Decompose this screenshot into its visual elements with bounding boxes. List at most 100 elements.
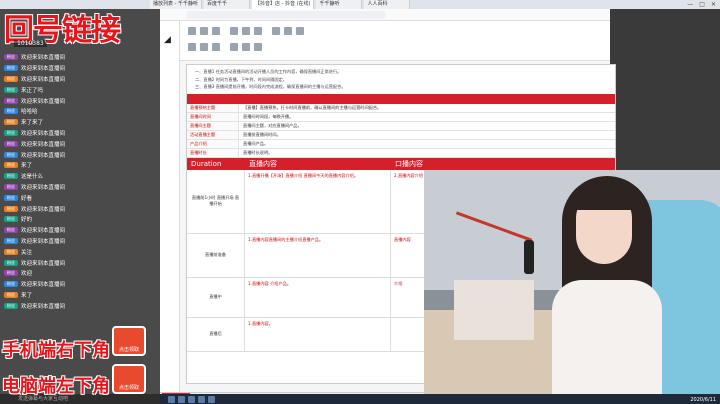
chat-text: 欢迎来到本直播间 [21,303,66,310]
chat-message: 粉丝 来了 [0,160,160,171]
merge-icon[interactable] [230,43,238,51]
chat-text: 欢迎来到本直播间 [21,152,66,159]
info-table: 直播预热主题 【直播】直播预热，打卡时间直播前，确认直播间的主播与运营时间配合。直… [187,103,615,158]
gift-box-icon[interactable]: 点击领取 [112,326,146,356]
undo-icon[interactable] [188,27,196,35]
gift-label: 点击领取 [118,347,139,353]
redo-icon[interactable] [200,27,208,35]
align-right-icon[interactable] [296,27,304,35]
chat-message: 粉丝 欢迎来到本直播间 [0,95,160,106]
fill-color-icon[interactable] [200,43,208,51]
cam-box [454,280,534,340]
fan-badge: 粉丝 [4,54,18,61]
row-key: 直播间主题 [187,121,239,130]
row-key: 活动直播主题 [187,130,239,139]
chat-text: 欢迎来到本直播间 [21,206,66,213]
row-value: 直播间主题，对应直播间产品。 [243,122,302,128]
chat-text: 欢迎来到本直播间 [21,66,66,73]
duration-cell-c1: 直播前1小时 直播开场 直播开始 [187,169,245,233]
filter-icon[interactable] [254,43,262,51]
fan-badge: 粉丝 [4,65,18,72]
chat-text: 欢迎来到本直播间 [21,238,66,245]
fan-badge: 粉丝 [4,162,18,169]
intro-line: 一、直播1 任务活动直播间的活动开播人员的工作内容，确保直播间正常进行。 [195,69,342,74]
gift-box-icon-2[interactable]: 点击领取 [112,364,146,394]
chat-message: 粉丝 欢迎来到本直播间 [0,63,160,74]
italic-icon[interactable] [242,27,250,35]
page-sidebar: ◢ [160,21,180,401]
fan-badge: 粉丝 [4,129,18,136]
font-color-icon[interactable] [188,43,196,51]
minimize-icon[interactable]: — [687,0,693,9]
table-row[interactable]: 活动直播主题 直播前直播间时间。 [187,130,615,140]
close-icon[interactable]: ✕ [711,0,716,9]
fan-badge: 粉丝 [4,108,18,115]
chat-text: 欢迎来到本直播间 [21,141,66,148]
align-center-icon[interactable] [284,27,292,35]
table-row[interactable]: 直播时长 直播时长说明。 [187,148,615,158]
address-bar [160,9,610,21]
row-value: 直播时长说明。 [243,149,273,155]
border-icon[interactable] [212,43,220,51]
browser-tab[interactable]: 千千静听 [316,0,363,9]
table-row[interactable]: 产品介绍 直播间产品。 [187,139,615,149]
bold-icon[interactable] [230,27,238,35]
table-row[interactable]: 直播间主题 直播间主题，对应直播间产品。 [187,121,615,131]
duration-cell-c2: 1.直播内容。 [245,317,391,351]
chat-text: 好的 [21,217,33,224]
fan-badge: 粉丝 [4,270,18,277]
folder-task-icon[interactable] [188,395,195,403]
chat-message: 粉丝 来了来了 [0,117,160,128]
chat-text: 欢迎来到本直播间 [21,76,66,83]
chat-text: 欢迎来到本直播间 [21,98,66,105]
fan-badge: 粉丝 [4,259,18,266]
browser-tab[interactable]: 【抖音】店 - 抖音 (在线) [251,0,315,9]
chat-text: 来了 [21,292,33,299]
chat-message: 粉丝 欢迎来到本直播间 [0,279,160,290]
microphone-icon [524,240,534,274]
fan-badge: 粉丝 [4,183,18,190]
browser-tab[interactable]: 人人百科 [364,0,411,9]
duration-cell-c2: 1.直播内容直播间的主播介绍直播产品。 [245,233,391,277]
browser-tab[interactable]: 百度千千 [203,0,250,9]
fan-badge: 粉丝 [4,97,18,104]
wps-task-icon[interactable] [198,395,205,403]
duration-table-header: Duration 直播内容 口播内容 [187,157,615,170]
section-header [187,93,615,104]
fan-badge: 粉丝 [4,302,18,309]
site-logo: ◢ [164,35,171,45]
chat-text: 欢迎来到本直播间 [21,184,66,191]
table-row[interactable]: 直播预热主题 【直播】直播预热，打卡时间直播前，确认直播间的主播与运营时间配合。 [187,103,615,113]
browser-task-icon[interactable] [178,395,185,403]
chat-message-list[interactable]: 粉丝 欢迎来到本直播间 粉丝 欢迎来到本直播间 粉丝 欢迎来到本直播间 粉丝 来正了吗 粉丝 欢迎… [0,52,160,314]
wrap-icon[interactable] [242,43,250,51]
chat-message: 粉丝 欢迎来到本直播间 [0,236,160,247]
print-icon[interactable] [212,27,220,35]
url-field[interactable] [186,11,386,19]
chat-message: 粉丝 欢迎来到本直播间 [0,203,160,214]
maximize-icon[interactable]: □ [699,0,705,9]
header-duration: Duration [191,159,222,168]
chat-text: 欢迎来到本直播间 [21,228,66,235]
underline-icon[interactable] [254,27,262,35]
table-row[interactable]: 直播间时间 直播间时间段，每晚开播。 [187,112,615,122]
row-value: 【直播】直播预热，打卡时间直播前，确认直播间的主播与运营时间配合。 [243,104,382,110]
chat-text: 来了来了 [21,120,44,127]
row-value: 直播间时间段，每晚开播。 [243,113,294,119]
fan-badge: 粉丝 [4,194,18,201]
chat-message: 粉丝 关注 [0,246,160,257]
row-value: 直播前直播间时间。 [243,131,281,137]
browser-tab[interactable]: 播放列表 - 千千静听 [150,0,202,9]
obs-task-icon[interactable] [208,395,215,403]
fan-badge: 粉丝 [4,248,18,255]
gift-label-2: 点击领取 [118,385,139,391]
chat-message: 粉丝 欢迎来到本直播间 [0,128,160,139]
chat-message: 粉丝 欢迎来到本直播间 [0,182,160,193]
duration-cell-c1: 直播后 [187,317,245,351]
align-left-icon[interactable] [272,27,280,35]
chat-message: 粉丝 好看 [0,192,160,203]
chat-text: 欢迎来到本直播间 [21,282,66,289]
chat-text: 来了 [21,163,33,170]
start-icon[interactable] [168,395,175,403]
overlay-pc-hint: 电脑端左下角 [2,376,110,397]
